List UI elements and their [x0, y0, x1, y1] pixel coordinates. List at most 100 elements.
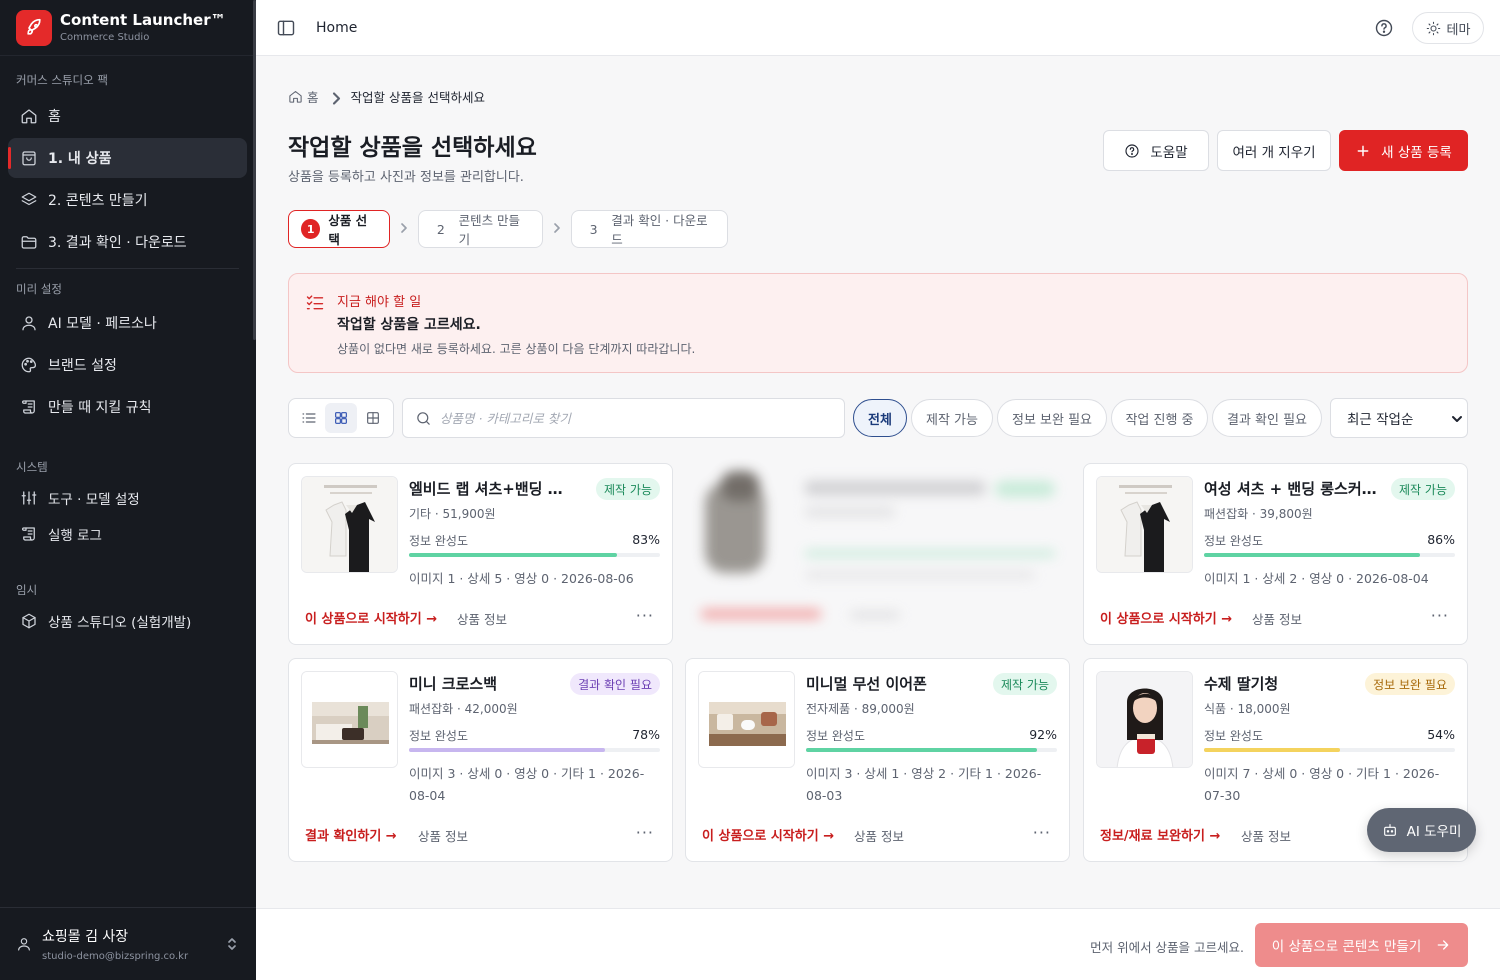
more-horizontal-icon[interactable]: ··· — [1431, 606, 1449, 625]
grid-view-icon[interactable] — [325, 403, 357, 433]
step-number: 3 — [589, 221, 598, 237]
user-menu[interactable]: 쇼핑몰 김 사장 studio-demo@bizspring.co.kr — [0, 907, 256, 980]
home-icon[interactable] — [288, 89, 307, 104]
user-icon — [20, 314, 38, 332]
product-meta: 식품 · 18,000원 — [1204, 702, 1291, 716]
step-select-product[interactable]: 1 상품 선택 — [288, 210, 390, 248]
filter-needs-info[interactable]: 정보 보완 필요 — [997, 399, 1107, 437]
sidebar-item-make-content[interactable]: 2. 콘텐츠 만들기 — [8, 180, 247, 220]
product-name: 미니 크로스백 — [409, 675, 498, 693]
filter-in-progress[interactable]: 작업 진행 중 — [1111, 399, 1208, 437]
arrow-right-icon — [1421, 937, 1451, 953]
package-icon — [20, 612, 38, 630]
sidebar-item-studio[interactable]: 상품 스튜디오 (실험개발) — [8, 604, 247, 638]
sidebar-item-ai-model[interactable]: AI 모델 · 페르소나 — [8, 303, 247, 343]
product-card[interactable]: 미니멀 무선 이어폰 제작 가능 전자제품 · 89,000원 정보 완성도 9… — [685, 658, 1070, 862]
sidebar-item-my-products[interactable]: 1. 내 상품 — [8, 138, 247, 178]
filter-all[interactable]: 전체 — [853, 399, 907, 437]
more-horizontal-icon[interactable]: ··· — [636, 823, 654, 842]
product-info-link[interactable]: 상품 정보 — [1252, 609, 1302, 628]
completeness-percent: 86% — [1427, 532, 1455, 547]
completeness-fill — [1204, 748, 1340, 752]
sidebar-item-results[interactable]: 3. 결과 확인 · 다운로드 — [8, 222, 247, 262]
filter-ready[interactable]: 제작 가능 — [911, 399, 993, 437]
alert-description: 상품이 없다면 새로 등록하세요. 고른 상품이 다음 단계까지 따라갑니다. — [337, 342, 696, 356]
sidebar-item-label: 브랜드 설정 — [48, 358, 117, 374]
sidebar-item-logs[interactable]: 실행 로그 — [8, 517, 247, 551]
completeness-percent: 92% — [1029, 727, 1057, 742]
filter-needs-review[interactable]: 결과 확인 필요 — [1212, 399, 1322, 437]
table-view-icon[interactable] — [357, 403, 389, 433]
breadcrumb: 홈 작업할 상품을 선택하세요 — [288, 87, 485, 106]
completeness-bar — [806, 748, 1057, 752]
list-view-icon[interactable] — [293, 403, 325, 433]
create-content-button[interactable]: 이 상품으로 콘텐츠 만들기 — [1255, 923, 1468, 967]
start-product-link[interactable]: 이 상품으로 시작하기 → — [702, 825, 834, 844]
chevron-right-icon — [551, 222, 563, 234]
start-product-link[interactable]: 이 상품으로 시작하기 → — [305, 608, 437, 627]
new-product-button[interactable]: 새 상품 등록 — [1339, 130, 1468, 171]
product-name: 미니멀 무선 이어폰 — [806, 675, 927, 693]
product-info-link[interactable]: 상품 정보 — [854, 826, 904, 845]
sidebar-item-rules[interactable]: 만들 때 지킬 규칙 — [8, 387, 247, 427]
new-product-label: 새 상품 등록 — [1381, 144, 1452, 161]
section-system: 시스템 — [16, 460, 48, 474]
chevron-right-icon — [398, 222, 410, 234]
step-make-content[interactable]: 2 콘텐츠 만들기 — [418, 210, 543, 248]
completeness-percent: 78% — [632, 727, 660, 742]
sliders-icon — [20, 489, 38, 507]
product-thumbnail — [1096, 671, 1193, 768]
help-button[interactable]: 도움말 — [1103, 130, 1209, 171]
review-result-link[interactable]: 결과 확인하기 → — [305, 825, 397, 844]
sidebar-item-brand[interactable]: 브랜드 설정 — [8, 345, 247, 385]
product-name: 엘비드 랩 셔츠+밴딩 롱스... — [409, 480, 576, 498]
completeness-bar — [409, 553, 660, 557]
page-subtitle: 상품을 등록하고 사진과 정보를 관리합니다. — [288, 170, 524, 185]
supplement-info-link[interactable]: 정보/재료 보완하기 → — [1100, 825, 1220, 844]
shopping-bag-icon — [20, 149, 38, 167]
clear-many-button[interactable]: 여러 개 지우기 — [1217, 130, 1331, 171]
completeness-label: 정보 완성도 — [409, 534, 469, 548]
completeness-label: 정보 완성도 — [1204, 729, 1264, 743]
product-meta: 기타 · 51,900원 — [409, 507, 496, 521]
product-thumbnail — [698, 671, 795, 768]
product-meta: 패션잡화 · 42,000원 — [409, 702, 518, 716]
sidebar-item-home[interactable]: 홈 — [8, 96, 247, 136]
sidebar-item-label: 상품 스튜디오 (실험개발) — [48, 615, 192, 631]
help-circle-icon[interactable] — [1374, 18, 1394, 38]
product-info-link[interactable]: 상품 정보 — [1241, 826, 1291, 845]
plus-icon — [1355, 143, 1381, 159]
sidebar-toggle-icon[interactable] — [276, 18, 296, 38]
ai-assistant-button[interactable]: AI 도우미 — [1367, 808, 1476, 852]
sort-select[interactable]: 최근 작업순 — [1330, 398, 1468, 438]
more-horizontal-icon[interactable]: ··· — [1033, 823, 1051, 842]
home-icon — [20, 107, 38, 125]
theme-toggle-button[interactable]: 테마 — [1412, 12, 1484, 44]
step-results[interactable]: 3 결과 확인 · 다운로드 — [571, 210, 728, 248]
status-badge: 제작 가능 — [596, 478, 660, 500]
brand[interactable]: Content Launcher™ Commerce Studio — [0, 0, 256, 56]
chevron-right-icon — [329, 91, 341, 105]
completeness-label: 정보 완성도 — [409, 729, 469, 743]
scroll-icon — [20, 398, 38, 416]
scroll-icon — [20, 525, 38, 543]
section-pack: 커머스 스튜디오 팩 — [16, 73, 108, 87]
start-product-link[interactable]: 이 상품으로 시작하기 → — [1100, 608, 1232, 627]
sidebar-item-tools[interactable]: 도구 · 모델 설정 — [8, 481, 247, 515]
product-meta: 전자제품 · 89,000원 — [806, 702, 915, 716]
status-badge: 정보 보완 필요 — [1365, 673, 1455, 695]
product-name: 여성 셔츠 + 밴딩 롱스커트 ... — [1204, 480, 1381, 498]
product-info-link[interactable]: 상품 정보 — [457, 609, 507, 628]
product-info-link[interactable]: 상품 정보 — [418, 826, 468, 845]
more-horizontal-icon[interactable]: ··· — [636, 606, 654, 625]
alert-heading: 작업할 상품을 고르세요. — [337, 317, 481, 333]
user-icon — [16, 936, 32, 952]
list-checks-icon — [305, 292, 325, 312]
search-input[interactable] — [440, 410, 820, 426]
sidebar-item-label: 만들 때 지킬 규칙 — [48, 400, 152, 416]
product-stats: 이미지 1 · 상세 5 · 영상 0 · 2026-08-06 — [409, 571, 634, 586]
product-card[interactable]: 엘비드 랩 셔츠+밴딩 롱스... 제작 가능 기타 · 51,900원 정보 … — [288, 463, 673, 645]
product-card[interactable]: 미니 크로스백 결과 확인 필요 패션잡화 · 42,000원 정보 완성도 7… — [288, 658, 673, 862]
breadcrumb-home[interactable]: 홈 — [307, 87, 319, 106]
product-card[interactable]: 여성 셔츠 + 밴딩 롱스커트 ... 제작 가능 패션잡화 · 39,800원… — [1083, 463, 1468, 645]
